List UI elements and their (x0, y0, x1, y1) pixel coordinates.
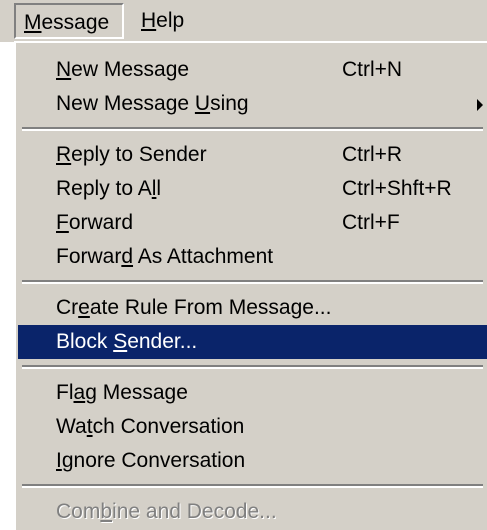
label-after: gnore Conversation (61, 449, 246, 472)
menu-bar: Message Help (0, 0, 487, 42)
menu-item-label: Combine and Decode... (56, 495, 277, 529)
menu-item-label: Reply to Sender (56, 138, 207, 172)
label-before: Fl (56, 381, 74, 404)
menu-message-label-after: essage (41, 11, 110, 34)
menu-item-label: Reply to All (56, 172, 161, 206)
label-after: ine and Decode... (112, 500, 277, 523)
menu-item-shortcut: Ctrl+F (342, 211, 400, 234)
label-after: orward (68, 211, 134, 234)
menu-item-create-rule-from-message[interactable]: Create Rule From Message... (18, 291, 487, 325)
menu-item-label: Forward (56, 206, 133, 240)
label-before: New Message (56, 92, 195, 115)
menu-item-forward[interactable]: Forward Ctrl+F (18, 206, 487, 240)
menu-item-reply-to-all[interactable]: Reply to All Ctrl+Shft+R (18, 172, 487, 206)
label-mnemonic: d (121, 245, 134, 268)
label-after: As Attachment (133, 245, 274, 268)
label-before: Com (56, 500, 101, 523)
label-after: eply to Sender (71, 143, 207, 166)
menu-item-label: Block Sender... (56, 325, 197, 359)
menu-item-label: Flag Message (56, 376, 188, 410)
menu-item-new-message[interactable]: New Message Ctrl+N (18, 53, 487, 87)
label-mnemonic: e (78, 296, 90, 319)
label-mnemonic: F (56, 211, 69, 234)
menu-item-ignore-conversation[interactable]: Ignore Conversation (18, 444, 487, 478)
menu-item-label: Ignore Conversation (56, 444, 245, 478)
menu-item-shortcut: Ctrl+R (342, 143, 403, 166)
menu-item-label: Create Rule From Message... (56, 291, 331, 325)
menu-separator (22, 365, 483, 369)
label-after: l (156, 177, 162, 200)
menu-item-block-sender[interactable]: Block Sender... (18, 325, 487, 359)
menu-separator (22, 280, 483, 284)
label-after: ch Conversation (92, 415, 245, 438)
menu-message[interactable]: Message (14, 3, 124, 39)
menu-item-new-message-using[interactable]: New Message Using (18, 87, 487, 121)
menu-separator (22, 484, 483, 488)
label-after: ate Rule From Message... (89, 296, 332, 319)
menu-help-mnemonic: H (141, 9, 157, 32)
label-after: sing (210, 92, 249, 115)
menu-item-flag-message[interactable]: Flag Message (18, 376, 487, 410)
label-after: g Message (85, 381, 188, 404)
menu-help[interactable]: Help (133, 3, 192, 39)
label-before: Forwar (56, 245, 122, 268)
label-mnemonic: N (56, 58, 72, 81)
menu-item-label: Watch Conversation (56, 410, 244, 444)
menu-item-shortcut: Ctrl+Shft+R (342, 177, 452, 200)
label-before: Reply to A (56, 177, 152, 200)
menu-item-label: New Message Using (56, 87, 249, 121)
message-dropdown-menu: New Message Ctrl+N New Message Using Rep… (14, 41, 487, 530)
label-mnemonic: b (100, 500, 113, 523)
menu-item-watch-conversation[interactable]: Watch Conversation (18, 410, 487, 444)
menu-item-reply-to-sender[interactable]: Reply to Sender Ctrl+R (18, 138, 487, 172)
label-after: ew Message (71, 58, 190, 81)
label-mnemonic: U (194, 92, 211, 115)
menu-item-shortcut: Ctrl+N (342, 58, 403, 81)
label-mnemonic: R (56, 143, 72, 166)
menu-message-mnemonic: M (24, 11, 42, 34)
label-before: Block (56, 330, 114, 353)
label-mnemonic: S (113, 330, 128, 353)
submenu-arrow-icon (477, 99, 483, 111)
label-before: Cr (56, 296, 79, 319)
menu-item-forward-as-attachment[interactable]: Forward As Attachment (18, 240, 487, 274)
menu-item-label: New Message (56, 53, 189, 87)
menu-separator (22, 127, 483, 131)
menu-help-label-after: elp (156, 9, 185, 32)
label-before: Wa (56, 415, 87, 438)
menu-item-label: Forward As Attachment (56, 240, 273, 274)
label-after: ender... (127, 330, 198, 353)
menu-item-combine-and-decode: Combine and Decode... (18, 495, 487, 529)
label-mnemonic: a (73, 381, 86, 404)
